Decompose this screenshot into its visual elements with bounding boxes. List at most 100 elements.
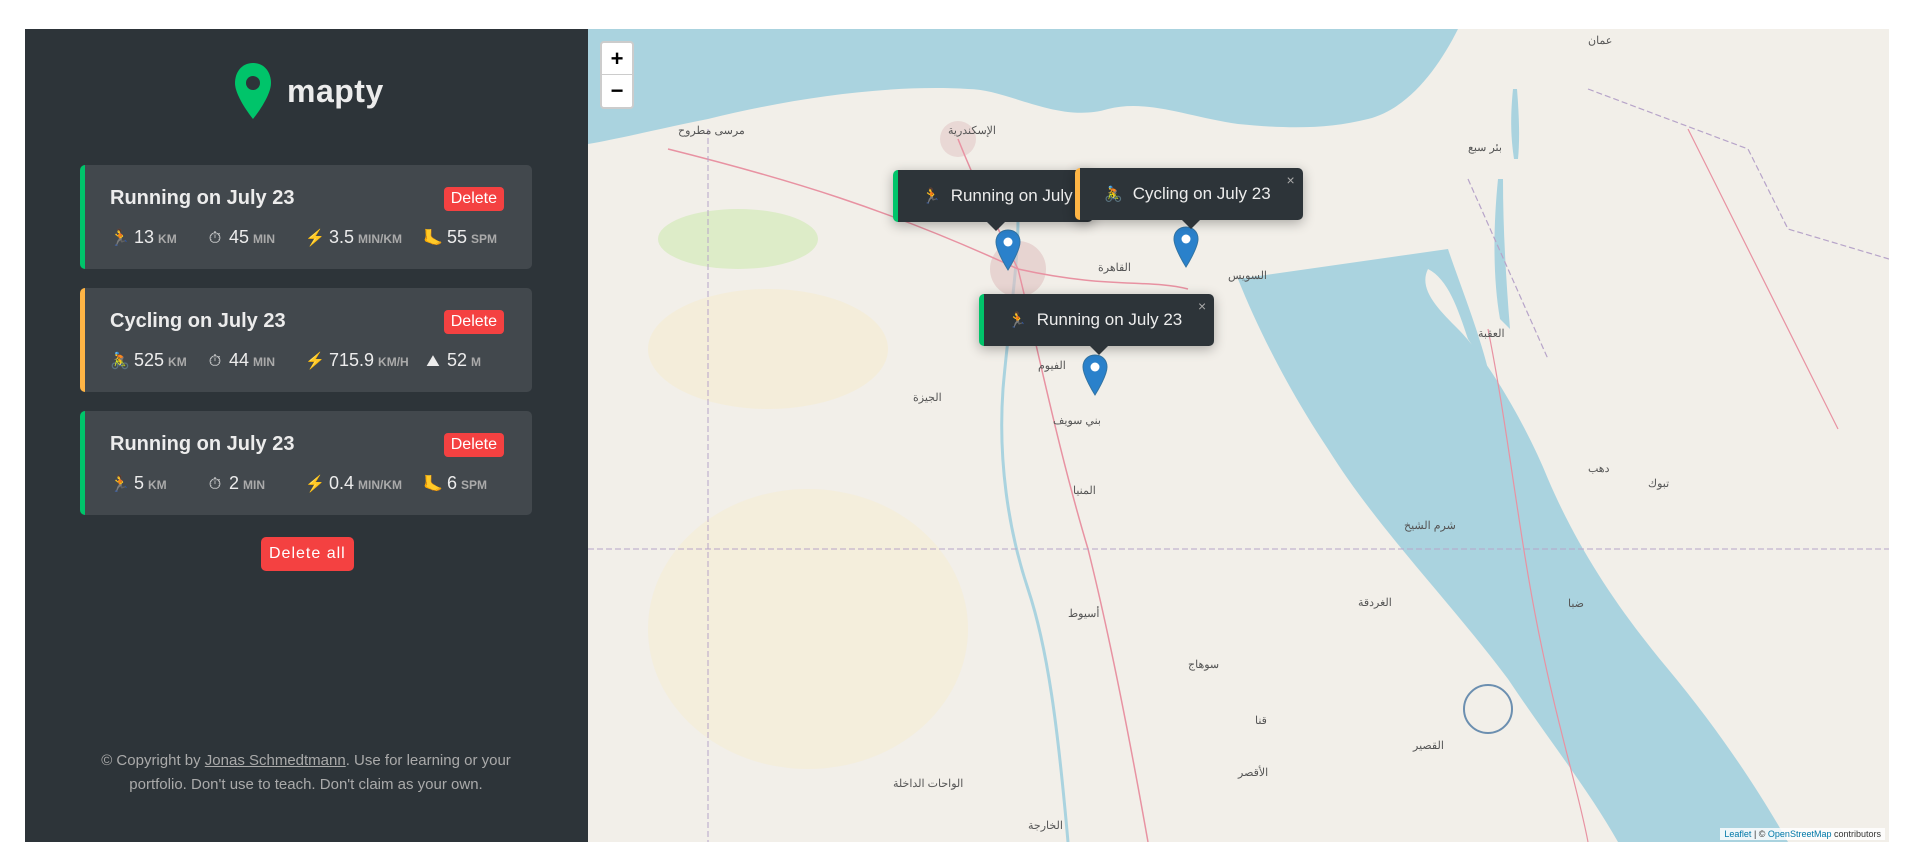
delete-workout-button[interactable]: Delete xyxy=(443,187,504,211)
foot-icon: 🦶 xyxy=(423,230,443,247)
popup-label: Running on July xyxy=(950,186,1073,205)
workout-title: Running on July 23 xyxy=(110,187,295,209)
city-label: العقبة xyxy=(1478,328,1505,340)
stat-value: 0.4 xyxy=(329,473,355,493)
map-tiles xyxy=(588,29,1889,842)
stat-unit: KM xyxy=(158,232,177,246)
workout-popup[interactable]: 🏃 Running on July xyxy=(893,170,1093,231)
city-label: الواحات الداخلة xyxy=(893,778,964,790)
zoom-in-button[interactable]: + xyxy=(602,43,632,75)
stat-duration: ⏱ 45 MIN xyxy=(205,227,305,248)
workout-popup[interactable]: 🚴 Cycling on July 23 × xyxy=(1075,168,1303,229)
workout-popup[interactable]: 🏃 Running on July 23 × xyxy=(979,294,1215,355)
stat-unit: KM xyxy=(168,355,187,369)
map-attribution: Leaflet | © OpenStreetMap contributors xyxy=(1720,828,1885,840)
delete-all-button[interactable]: Delete all xyxy=(261,537,354,571)
city-label: الفيوم xyxy=(1038,360,1066,372)
stat-speed: ⚡ 715.9 KM/H xyxy=(305,350,423,371)
cycling-icon: 🚴 xyxy=(1104,186,1123,203)
city-label: الأقصر xyxy=(1238,767,1269,779)
running-icon: 🏃 xyxy=(922,188,941,205)
map-pin-logo-icon xyxy=(235,63,271,119)
city-label: مرسى مطروح xyxy=(678,125,745,137)
stat-value: 6 xyxy=(447,473,458,493)
city-label: الجيزة xyxy=(913,392,942,404)
stopwatch-icon: ⏱ xyxy=(208,230,222,247)
running-icon: 🏃 xyxy=(110,476,130,493)
stat-value: 13 xyxy=(134,227,155,247)
workout-title: Cycling on July 23 xyxy=(110,310,286,332)
stopwatch-icon: ⏱ xyxy=(208,476,222,493)
popup-label: Cycling on July 23 xyxy=(1132,184,1271,203)
running-icon: 🏃 xyxy=(1008,312,1027,329)
city-label: أسيوط xyxy=(1068,608,1100,620)
leaflet-link[interactable]: Leaflet xyxy=(1724,829,1751,839)
stat-value: 52 xyxy=(447,350,468,370)
stat-elevation: ⛰ 52 M xyxy=(423,350,481,371)
stat-unit: KM xyxy=(148,478,167,492)
map-marker-icon[interactable] xyxy=(1082,354,1108,396)
running-icon: 🏃 xyxy=(110,230,130,247)
map-view[interactable]: القاهرة الإسكندرية السويس أسيوط الأقصر ت… xyxy=(588,29,1889,842)
lightning-icon: ⚡ xyxy=(305,476,325,493)
workout-item[interactable]: Running on July 23 Delete 🏃 13 KM ⏱ 45 MIN ⚡… xyxy=(80,165,532,269)
stat-value: 3.5 xyxy=(329,227,355,247)
workout-list: Running on July 23 Delete 🏃 13 KM ⏱ 45 MIN ⚡… xyxy=(80,165,532,534)
city-label: ضبا xyxy=(1568,598,1585,610)
stat-value: 2 xyxy=(229,473,240,493)
city-label: الإسكندرية xyxy=(948,125,996,137)
stat-unit: MIN xyxy=(253,232,276,246)
close-icon[interactable]: × xyxy=(1286,172,1294,188)
city-label: القصير xyxy=(1413,740,1444,752)
city-label: شرم الشيخ xyxy=(1404,520,1456,532)
zoom-control: + − xyxy=(600,41,634,109)
map-marker-icon[interactable] xyxy=(995,229,1021,271)
city-label: سوهاج xyxy=(1188,659,1220,671)
lightning-icon: ⚡ xyxy=(305,230,325,247)
copyright-prefix: © Copyright by xyxy=(101,752,205,769)
cycling-icon: 🚴 xyxy=(110,353,130,370)
delete-workout-button[interactable]: Delete xyxy=(443,433,504,457)
stat-unit: MIN xyxy=(253,355,276,369)
sidebar: mapty Running on July 23 Delete 🏃 13 KM ⏱ 4… xyxy=(25,29,588,842)
zoom-out-button[interactable]: − xyxy=(602,75,632,107)
city-label: الخارجة xyxy=(1028,820,1063,832)
stat-pace: ⚡ 0.4 MIN/KM xyxy=(305,473,423,494)
workout-item[interactable]: Running on July 23 Delete 🏃 5 KM ⏱ 2 MIN ⚡ 0.… xyxy=(80,411,532,515)
close-icon[interactable]: × xyxy=(1198,298,1206,314)
copyright-text: © Copyright by Jonas Schmedtmann. Use fo… xyxy=(80,749,532,797)
popup-label: Running on July 23 xyxy=(1036,310,1183,329)
app-container: mapty Running on July 23 Delete 🏃 13 KM ⏱ 4… xyxy=(25,29,1889,842)
stat-distance: 🏃 5 KM xyxy=(110,473,205,494)
stat-cadence: 🦶 55 SPM xyxy=(423,227,497,248)
stat-unit: SPM xyxy=(461,478,488,492)
stat-distance: 🏃 13 KM xyxy=(110,227,205,248)
map-marker-icon[interactable] xyxy=(1173,226,1199,268)
workout-item[interactable]: Cycling on July 23 Delete 🚴 525 KM ⏱ 44 MIN … xyxy=(80,288,532,392)
stat-unit: MIN/KM xyxy=(358,232,403,246)
stat-unit: M xyxy=(471,355,482,369)
foot-icon: 🦶 xyxy=(423,476,443,493)
stat-duration: ⏱ 2 MIN xyxy=(205,473,305,494)
osm-link[interactable]: OpenStreetMap xyxy=(1768,829,1832,839)
stat-unit: KM/H xyxy=(378,355,409,369)
logo: mapty xyxy=(233,61,384,121)
city-label: عمان xyxy=(1588,35,1613,47)
workout-title: Running on July 23 xyxy=(110,433,295,455)
city-label: قنا xyxy=(1255,715,1267,727)
city-label: القاهرة xyxy=(1098,262,1131,274)
stat-value: 525 xyxy=(134,350,165,370)
author-link[interactable]: Jonas Schmedtmann xyxy=(205,752,346,769)
stat-value: 44 xyxy=(229,350,250,370)
city-label: تبوك xyxy=(1648,478,1670,490)
delete-workout-button[interactable]: Delete xyxy=(443,310,504,334)
stat-unit: MIN xyxy=(243,478,266,492)
stopwatch-icon: ⏱ xyxy=(208,353,222,370)
stat-value: 715.9 xyxy=(329,350,375,370)
stat-pace: ⚡ 3.5 MIN/KM xyxy=(305,227,423,248)
stat-cadence: 🦶 6 SPM xyxy=(423,473,487,494)
stat-duration: ⏱ 44 MIN xyxy=(205,350,305,371)
city-label: السويس xyxy=(1228,270,1267,282)
workout-stats: 🏃 13 KM ⏱ 45 MIN ⚡ 3.5 MIN/KM 🦶 55 SPM xyxy=(110,227,497,248)
logo-text: mapty xyxy=(287,72,384,109)
